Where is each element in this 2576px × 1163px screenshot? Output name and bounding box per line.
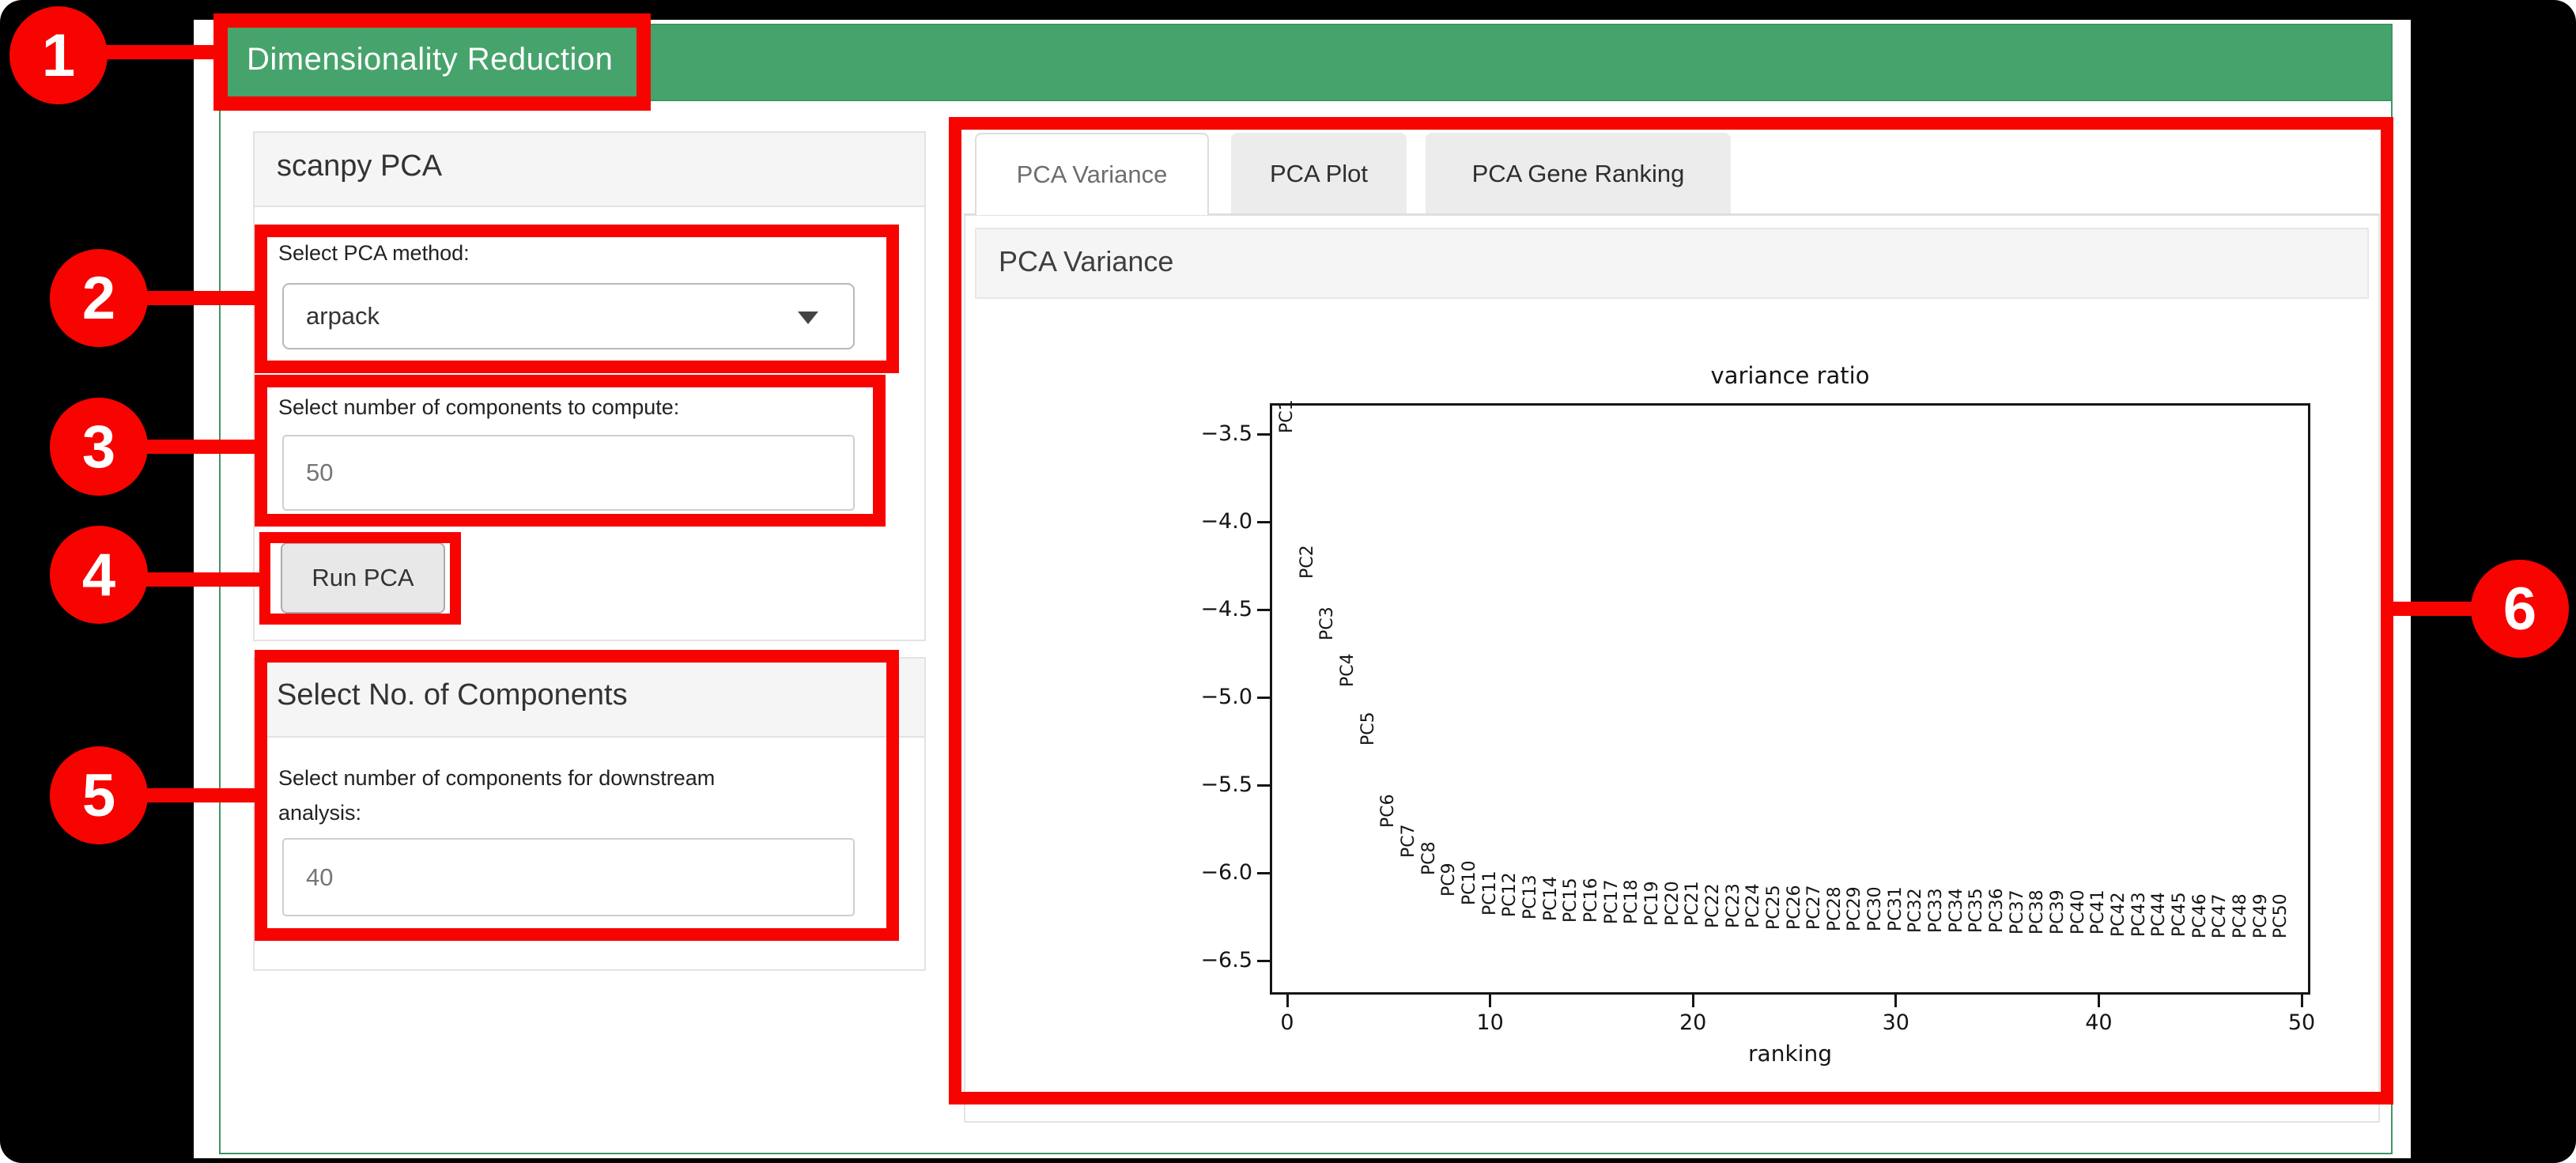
annotation-line-6 xyxy=(2391,602,2473,616)
annotation-box-5 xyxy=(255,650,899,941)
annotation-box-6 xyxy=(949,117,2393,1104)
annotation-circle-3: 3 xyxy=(50,398,148,496)
annotation-line-5 xyxy=(145,788,257,802)
annotation-circle-6: 6 xyxy=(2471,560,2569,658)
annotation-line-4 xyxy=(145,572,262,587)
annotation-circle-4: 4 xyxy=(50,526,148,624)
annotation-box-4 xyxy=(259,532,461,625)
annotation-box-2 xyxy=(255,225,899,373)
scanpy-pca-card-title: scanpy PCA xyxy=(277,149,442,183)
annotation-line-3 xyxy=(145,440,257,454)
annotation-circle-2: 2 xyxy=(50,249,148,347)
annotation-line-1 xyxy=(103,45,218,59)
annotation-circle-1: 1 xyxy=(9,6,108,104)
annotation-box-1 xyxy=(213,13,651,111)
annotation-line-2 xyxy=(145,291,257,305)
annotation-box-3 xyxy=(255,375,886,527)
annotation-circle-5: 5 xyxy=(50,746,148,844)
